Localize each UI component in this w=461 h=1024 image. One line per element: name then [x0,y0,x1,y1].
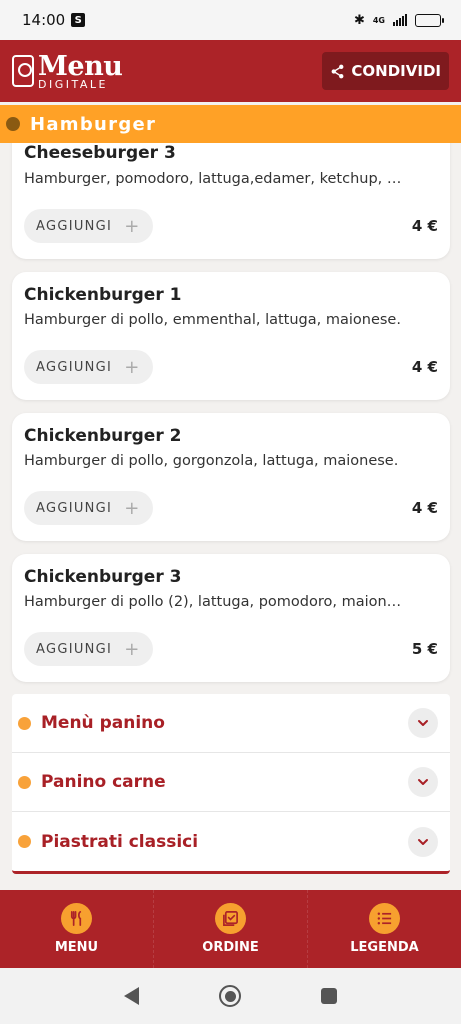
fork-knife-icon [61,903,92,934]
section-header: Hamburger [0,105,461,143]
order-check-icon [215,903,246,934]
logo-title: Menu [38,50,123,82]
nav-item-ordine[interactable]: ORDINE [154,890,308,968]
menu-item-price: 4 € [411,499,438,517]
nav-item-menu[interactable]: MENU [0,890,154,968]
status-time: 14:00 [22,11,66,29]
nav-label: ORDINE [202,940,259,955]
category-item-menu-panino[interactable]: Menù panino [12,694,450,753]
category-accordion: Menù panino Panino carne Piastrati class… [12,694,450,874]
category-label: Menù panino [41,713,165,733]
nav-label: MENU [54,940,99,955]
signal-icon [393,14,407,26]
menu-item-description: Hamburger, pomodoro, lattuga,edamer, ket… [24,171,402,187]
plus-icon: + [124,497,140,519]
chevron-down-icon[interactable] [408,708,438,738]
notification-s-icon: S [71,13,86,27]
logo-text: Menu DIGITALE [38,50,123,91]
section-title: Hamburger [30,113,157,135]
share-label: CONDIVIDI [351,62,441,80]
status-right: ✱ 4G [353,12,444,28]
bottom-nav: MENU ORDINE LEGENDA [0,890,461,968]
share-button[interactable]: CONDIVIDI [322,52,449,90]
menu-item-price: 4 € [411,217,438,235]
chevron-down-icon[interactable] [408,767,438,797]
menu-item-name: Chickenburger 3 [24,567,182,587]
status-bar: 14:00 S ✱ 4G [0,0,461,40]
back-icon[interactable] [124,987,139,1005]
add-item-button[interactable]: AGGIUNGI + [24,209,153,243]
plus-icon: + [124,638,140,660]
menu-item-card: Chickenburger 1 Hamburger di pollo, emme… [12,272,450,400]
nav-label: LEGENDA [350,940,419,955]
share-icon [332,64,344,78]
add-item-button[interactable]: AGGIUNGI + [24,491,153,525]
system-nav-bar [0,968,461,1024]
section-dot-icon [6,117,20,131]
menu-item-description: Hamburger di pollo (2), lattuga, pomodor… [24,594,402,610]
menu-item-price: 4 € [411,358,438,376]
category-dot-icon [18,716,31,730]
category-dot-icon [18,835,31,848]
menu-item-description: Hamburger di pollo, gorgonzola, lattuga,… [24,453,399,469]
add-button-label: AGGIUNGI [36,359,113,375]
nav-item-legenda[interactable]: LEGENDA [308,890,461,968]
add-button-label: AGGIUNGI [36,500,113,516]
list-icon [369,903,400,934]
add-button-label: AGGIUNGI [36,218,113,234]
home-icon[interactable] [219,985,241,1007]
menu-item-card: Chickenburger 2 Hamburger di pollo, gorg… [12,413,450,541]
plus-icon: + [124,356,140,378]
recent-apps-icon[interactable] [321,988,337,1004]
category-label: Panino carne [41,772,166,792]
menu-item-price: 5 € [411,640,438,658]
menu-item-name: Chickenburger 2 [24,426,182,446]
app-logo[interactable]: Menu DIGITALE [12,50,123,91]
plus-icon: + [124,215,140,237]
bluetooth-icon: ✱ [353,12,365,28]
menu-item-card: Chickenburger 3 Hamburger di pollo (2), … [12,554,450,682]
category-label: Piastrati classici [41,831,199,852]
category-dot-icon [18,775,31,789]
add-item-button[interactable]: AGGIUNGI + [24,350,153,384]
app-header: Menu DIGITALE CONDIVIDI [0,40,461,102]
network-type: 4G [372,15,385,25]
battery-icon [415,13,444,27]
add-button-label: AGGIUNGI [36,641,113,657]
menu-item-name: Cheeseburger 3 [24,143,176,163]
menu-item-description: Hamburger di pollo, emmenthal, lattuga, … [24,312,401,328]
logo-phone-icon [12,55,34,87]
menu-item-name: Chickenburger 1 [24,285,182,305]
logo-subtitle: DIGITALE [38,77,108,91]
chevron-down-icon[interactable] [408,826,438,857]
category-item-panino-carne[interactable]: Panino carne [12,753,450,812]
status-left: 14:00 S [22,11,86,29]
add-item-button[interactable]: AGGIUNGI + [24,632,153,666]
category-item-piastrati-classici[interactable]: Piastrati classici [12,812,450,871]
